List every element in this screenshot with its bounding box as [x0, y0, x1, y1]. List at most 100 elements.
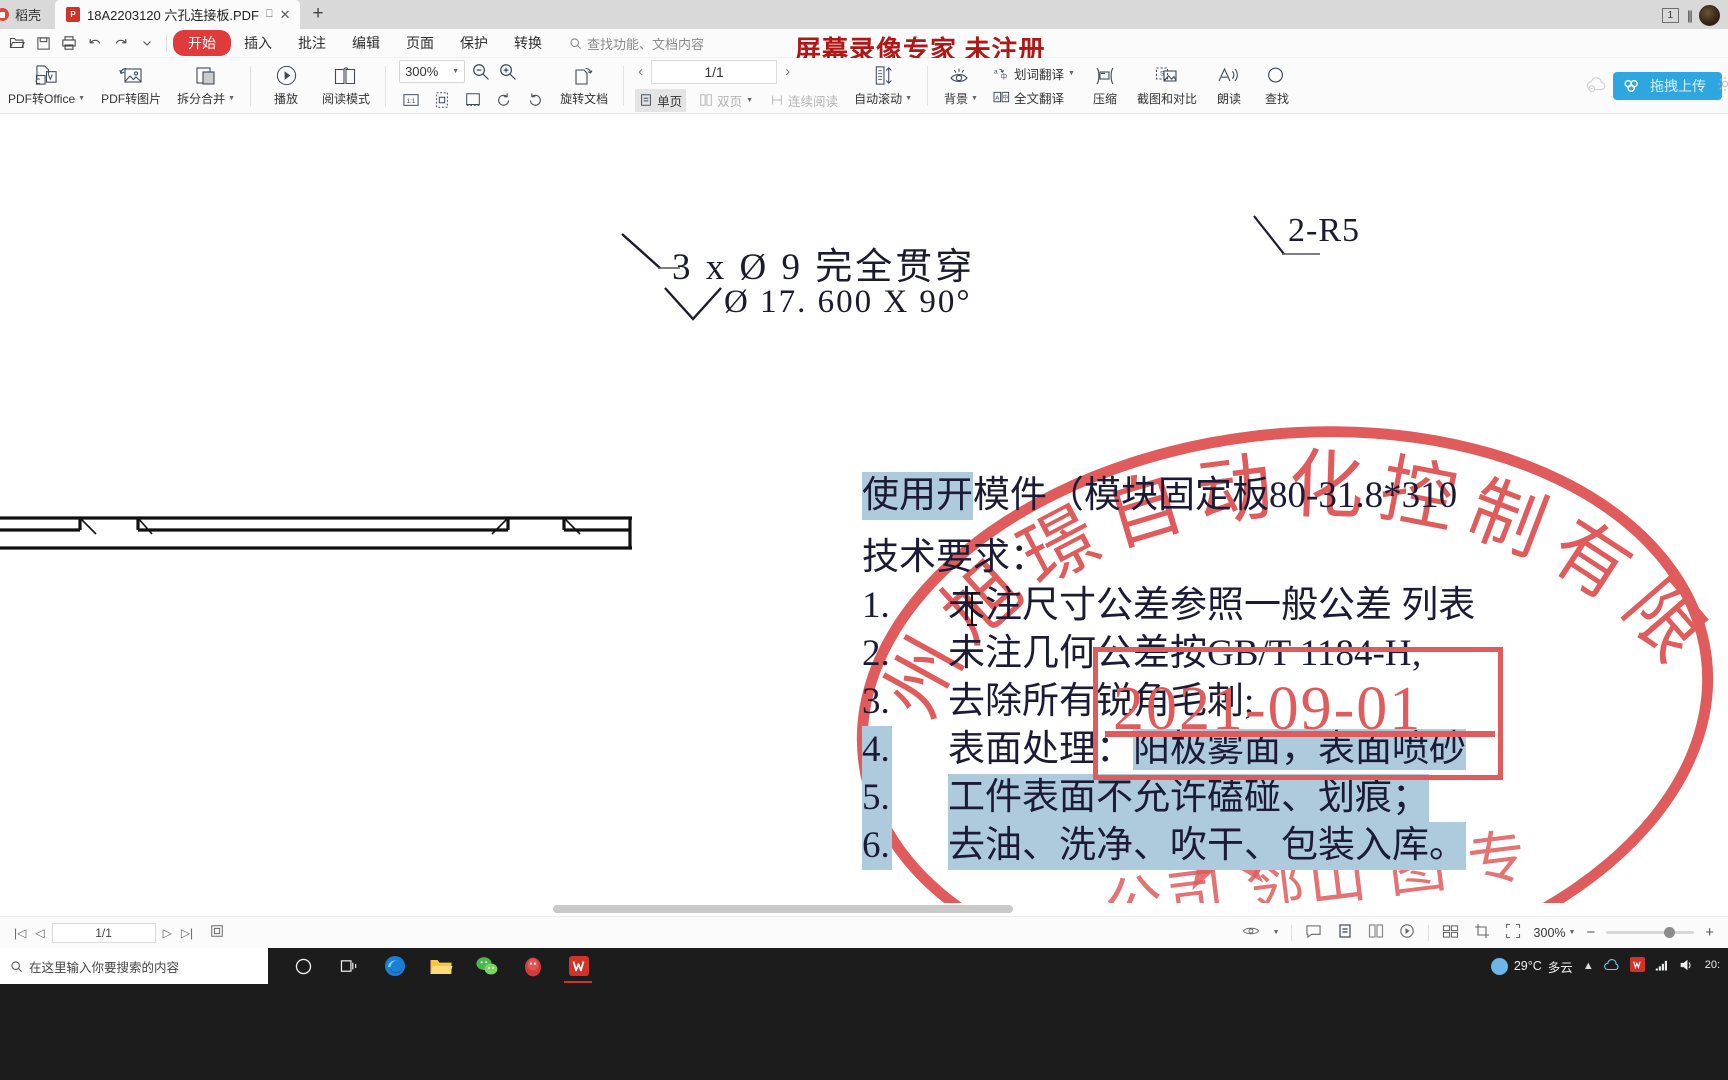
slideshow-icon[interactable] [1397, 923, 1417, 942]
chevron-down-icon[interactable]: ▼ [1569, 929, 1576, 936]
last-page-icon[interactable]: ▷| [179, 926, 195, 940]
body-line-5[interactable]: 5. 工件表面不允许磕碰、划痕； [862, 774, 1475, 822]
zoom-select[interactable]: 300% ▼ [399, 60, 466, 83]
menu-item-protect[interactable]: 保护 [447, 30, 501, 56]
continuous-read-mode[interactable]: 连续阅读 [766, 89, 842, 112]
tray-expand-icon[interactable]: ▲ [1583, 960, 1594, 972]
menu-item-home[interactable]: 开始 [173, 30, 231, 56]
menu-item-page[interactable]: 页面 [393, 30, 447, 56]
body-line-6[interactable]: 6. 去油、洗净、吹干、包装入库。 [862, 822, 1475, 870]
feature-search[interactable]: 查找功能、文档内容 [569, 34, 704, 53]
word-translate-button[interactable]: a 中 划词翻译 ▼ [993, 64, 1075, 83]
comment-icon[interactable] [1303, 924, 1324, 942]
single-page-view-icon[interactable] [1335, 923, 1355, 942]
file-explorer-icon[interactable] [418, 948, 464, 984]
print-icon[interactable] [56, 30, 82, 56]
chevron-down-icon[interactable]: ▼ [1273, 929, 1280, 936]
quick-access-more-icon[interactable] [134, 30, 160, 56]
double-page-view-icon[interactable] [1366, 923, 1386, 942]
chevron-down-icon[interactable]: ▼ [452, 68, 459, 75]
pdf-to-office-button[interactable]: PDF转Office ▼ [0, 60, 93, 112]
tray-network-icon[interactable] [1654, 958, 1670, 975]
user-avatar[interactable] [1699, 5, 1720, 26]
tray-volume-icon[interactable] [1679, 958, 1695, 975]
full-translate-button[interactable]: A 中 全文翻译 [993, 88, 1075, 107]
window-menu-icon[interactable]: ||| [1687, 8, 1693, 23]
fullscreen-icon[interactable] [1503, 923, 1523, 942]
thumbnail-grid-icon[interactable] [1440, 924, 1461, 942]
prev-page-icon[interactable]: ‹ [635, 63, 646, 80]
read-aloud-button[interactable]: 朗读 [1205, 60, 1253, 112]
tab-close-icon[interactable]: ✕ [280, 7, 291, 23]
actual-size-icon[interactable]: 1:1 [399, 88, 422, 111]
prev-page-icon-status[interactable]: ◁ [33, 926, 46, 940]
open-file-icon[interactable] [4, 30, 30, 56]
taskbar-weather[interactable]: 29°C 多云 [1490, 957, 1573, 976]
cloud-sync-icon[interactable] [1585, 76, 1607, 96]
auto-scroll-button[interactable]: 自动滚动 ▼ [846, 60, 920, 112]
undo-icon[interactable] [82, 30, 108, 56]
crop-icon[interactable] [1472, 923, 1492, 942]
taskbar-clock[interactable]: 20: [1705, 959, 1720, 973]
app-home-button[interactable]: 稻壳 [0, 0, 55, 29]
wechat-icon[interactable] [464, 948, 510, 984]
background-button[interactable]: 背景 ▼ [935, 60, 987, 112]
qq-icon[interactable] [510, 948, 556, 984]
save-icon[interactable] [30, 30, 56, 56]
zoom-out-icon[interactable] [469, 60, 492, 83]
first-page-icon[interactable]: |◁ [12, 926, 28, 940]
rotate-document-button[interactable]: 旋转文档 [552, 60, 616, 112]
split-merge-button[interactable]: 拆分合并 ▼ [169, 60, 243, 112]
fit-width-icon[interactable] [461, 88, 484, 111]
menu-item-convert[interactable]: 转换 [501, 30, 555, 56]
taskbar-search-box[interactable]: 在这里输入你要搜索的内容 [0, 948, 268, 984]
pdf-to-image-button[interactable]: PDF转图片 [93, 60, 169, 112]
chevron-down-icon[interactable]: ▼ [1068, 70, 1075, 77]
page-number-field[interactable]: 1/1 [651, 59, 778, 84]
chevron-down-icon[interactable]: ▼ [78, 95, 85, 102]
fit-page-icon[interactable] [430, 88, 453, 111]
tab-monitor-icon[interactable]: ⎕ [266, 8, 273, 21]
fit-page-status-icon[interactable] [200, 924, 226, 941]
window-count-badge[interactable]: 1 [1661, 8, 1679, 23]
pdf-document-canvas[interactable]: 3 x Ø 9 完全贯穿 Ø 17. 600 X 90° 2-R5 州旭璟自动化… [0, 114, 1728, 916]
wps-taskbar-icon[interactable] [556, 948, 602, 984]
screenshot-compare-button[interactable]: S 截图和对比 [1129, 60, 1205, 112]
cortana-icon[interactable] [280, 948, 326, 984]
next-page-icon-status[interactable]: ▷ [161, 926, 174, 940]
chevron-down-icon[interactable]: ▼ [971, 95, 978, 102]
read-mode-button[interactable]: 阅读模式 [314, 60, 378, 112]
drag-upload-pill[interactable]: 拖拽上传 [1613, 71, 1722, 100]
zoom-in-icon[interactable] [496, 60, 519, 83]
zoom-slider-knob[interactable] [1664, 927, 1676, 938]
double-page-mode[interactable]: 双页 ▼ [695, 89, 757, 112]
horizontal-scrollbar-thumb[interactable] [553, 905, 1013, 913]
compress-button[interactable]: 压缩 [1081, 60, 1129, 112]
tray-cloud-icon[interactable] [1603, 958, 1621, 975]
zoom-plus-button[interactable]: + [1705, 924, 1714, 941]
zoom-minus-button[interactable]: − [1586, 924, 1595, 941]
status-page-field[interactable]: 1/1 [51, 922, 156, 943]
rotate-right-icon[interactable] [523, 88, 546, 111]
play-button[interactable]: 播放 [258, 60, 314, 112]
view-eye-icon[interactable] [1240, 924, 1262, 941]
body-line-0[interactable]: 使用开 模件（模块固定板80-31.8*310 [862, 472, 1475, 520]
task-view-icon[interactable] [326, 948, 372, 984]
chevron-down-icon[interactable]: ▼ [228, 95, 235, 102]
zoom-slider[interactable] [1606, 927, 1695, 938]
menu-item-insert[interactable]: 插入 [231, 30, 285, 56]
chevron-down-icon[interactable]: ▼ [746, 97, 753, 104]
menu-item-edit[interactable]: 编辑 [339, 30, 393, 56]
edge-browser-icon[interactable] [372, 948, 418, 984]
find-button[interactable]: 查找 [1253, 60, 1301, 112]
chevron-down-icon[interactable]: ▼ [905, 95, 912, 102]
tray-wps-icon[interactable] [1629, 957, 1645, 975]
rotate-left-icon[interactable] [492, 88, 515, 111]
status-zoom-value[interactable]: 300% ▼ [1534, 926, 1576, 940]
single-page-mode[interactable]: 单页 [635, 88, 687, 112]
new-tab-button[interactable]: + [300, 4, 337, 26]
redo-icon[interactable] [108, 30, 134, 56]
menu-item-annotate[interactable]: 批注 [285, 30, 339, 56]
next-page-icon[interactable]: › [782, 63, 793, 80]
document-tab[interactable]: P 18A2203120 六孔连接板.PDF ⎕ ✕ [55, 0, 300, 29]
